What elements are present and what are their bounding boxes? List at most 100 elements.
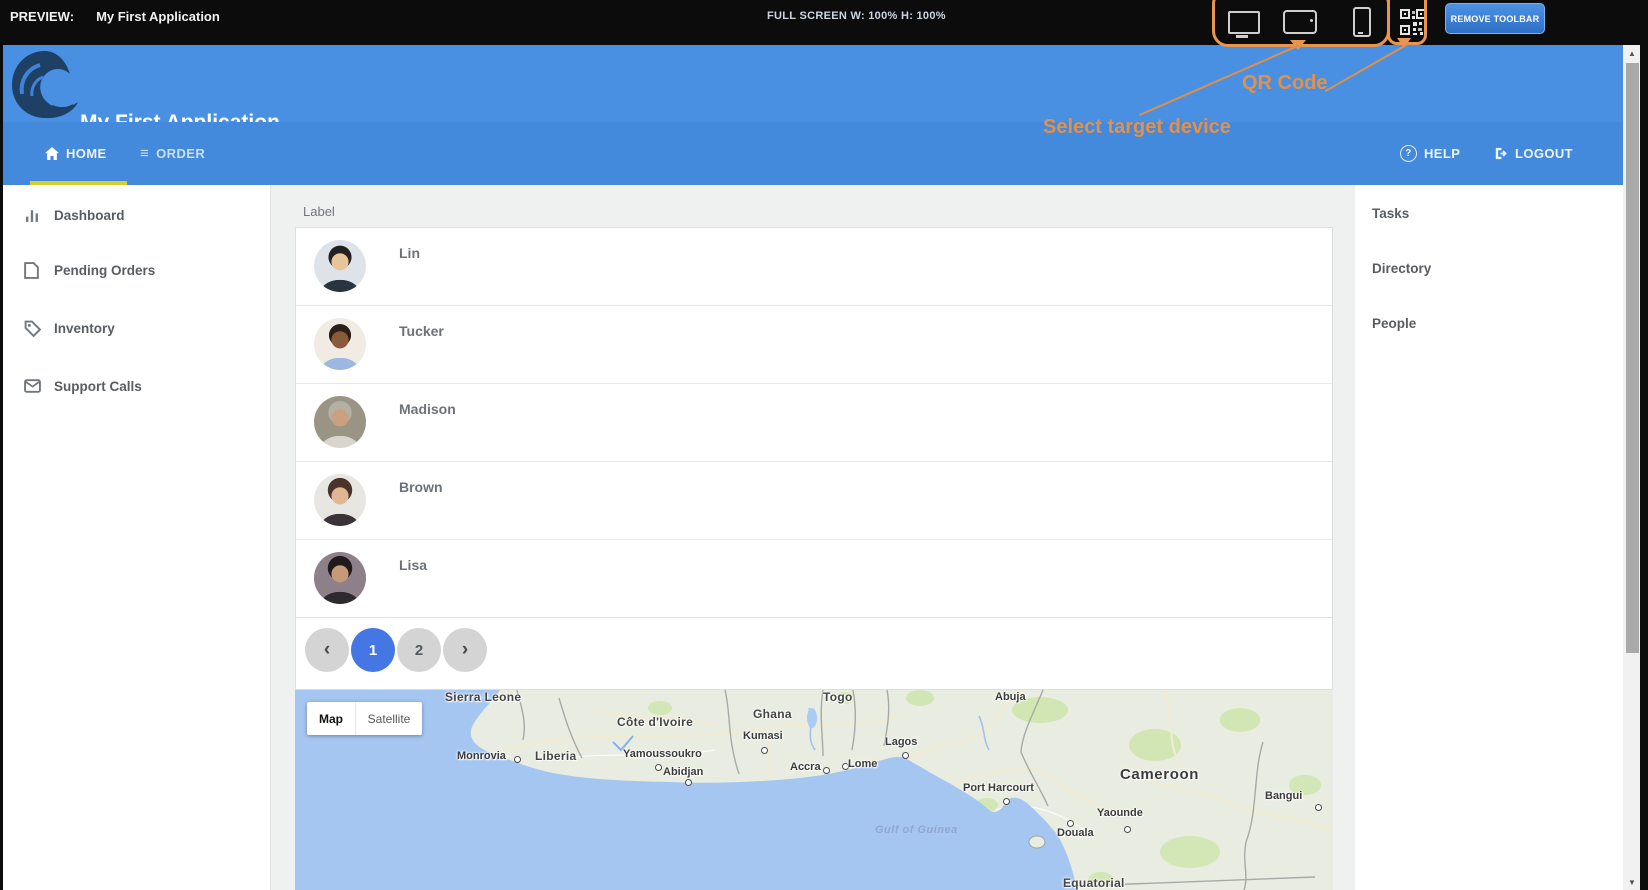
- map-label: Equatorial: [1063, 876, 1125, 890]
- home-icon: [45, 147, 59, 160]
- list-item[interactable]: Lisa: [296, 540, 1332, 618]
- city-marker: [514, 756, 521, 763]
- list-item[interactable]: Tucker: [296, 306, 1332, 384]
- sidebar-item-support-calls[interactable]: Support Calls: [3, 369, 270, 403]
- app-logo-wave-icon: [8, 48, 82, 122]
- scroll-down-arrow[interactable]: ▼: [1624, 874, 1640, 890]
- map-label: Lagos: [885, 736, 917, 748]
- right-panel-item-tasks[interactable]: Tasks: [1372, 206, 1409, 221]
- select-target-device-annotation: Select target device: [1043, 116, 1231, 139]
- list-menu-icon: ≡: [140, 145, 149, 162]
- nav-logout[interactable]: LOGOUT: [1493, 122, 1573, 185]
- map-label: Abidjan: [663, 766, 703, 778]
- list-title: Label: [303, 204, 335, 219]
- nav-order-label: ORDER: [156, 146, 205, 161]
- preview-window: PREVIEW: My First Application FULL SCREEN…: [0, 0, 1648, 890]
- envelope-icon: [24, 379, 42, 393]
- qr-code-annotation: QR Code: [1242, 72, 1328, 95]
- avatar: [314, 552, 366, 604]
- map-label: Sierra Leone: [445, 690, 521, 704]
- map-canvas: [295, 690, 1333, 890]
- person-name: Madison: [399, 401, 456, 417]
- fullscreen-status: FULL SCREEN W: 100% H: 100%: [767, 10, 946, 22]
- left-frame-edge: [0, 45, 3, 890]
- city-marker: [655, 764, 662, 771]
- right-panel-item-people[interactable]: People: [1372, 316, 1416, 331]
- list-item[interactable]: Brown: [296, 462, 1332, 540]
- nav-help[interactable]: ? HELP: [1400, 122, 1460, 185]
- list-item[interactable]: Madison: [296, 384, 1332, 462]
- map-label: Yamoussoukro: [623, 748, 702, 760]
- pagination-page-2[interactable]: 2: [397, 628, 441, 672]
- person-name: Lisa: [399, 557, 427, 573]
- sidebar-item-label: Dashboard: [54, 208, 125, 223]
- map-label: Port Harcourt: [963, 782, 1034, 794]
- map-label: Côte d'Ivoire: [617, 715, 693, 729]
- city-marker: [685, 779, 692, 786]
- city-marker: [1315, 804, 1322, 811]
- map-type-satellite-button[interactable]: Satellite: [356, 702, 422, 735]
- pagination-prev-button[interactable]: ‹: [305, 628, 349, 672]
- left-sidebar: Dashboard Pending Orders Inventory Suppo…: [3, 185, 271, 890]
- sidebar-item-label: Support Calls: [54, 379, 142, 394]
- map-label: Bangui: [1265, 790, 1302, 802]
- city-marker: [902, 752, 909, 759]
- list-item[interactable]: Lin: [296, 228, 1332, 306]
- sidebar-item-dashboard[interactable]: Dashboard: [3, 198, 270, 232]
- map-type-control: Map Satellite: [307, 702, 422, 735]
- right-panel-item-directory[interactable]: Directory: [1372, 261, 1431, 276]
- scrollbar-thumb[interactable]: [1626, 63, 1639, 653]
- map-label: Accra: [790, 761, 821, 773]
- map-label: Douala: [1057, 827, 1094, 839]
- city-marker: [1003, 798, 1010, 805]
- avatar: [314, 240, 366, 292]
- city-marker: [823, 767, 830, 774]
- map-label: Liberia: [535, 749, 576, 763]
- sidebar-item-inventory[interactable]: Inventory: [3, 311, 270, 345]
- map-label: Togo: [823, 690, 853, 704]
- remove-toolbar-button[interactable]: REMOVE TOOLBAR: [1445, 3, 1545, 34]
- nav-help-label: HELP: [1424, 146, 1460, 161]
- nav-home-label: HOME: [66, 146, 107, 161]
- map-label: Monrovia: [457, 750, 506, 762]
- right-frame-edge: [1640, 45, 1648, 890]
- city-marker: [1124, 826, 1131, 833]
- nav-tab-order[interactable]: ≡ ORDER: [140, 122, 205, 185]
- sidebar-item-pending-orders[interactable]: Pending Orders: [3, 253, 270, 287]
- preview-title: PREVIEW: My First Application: [10, 9, 220, 24]
- map-label: Ghana: [753, 707, 792, 721]
- city-marker: [1067, 820, 1074, 827]
- map-label: Cameroon: [1120, 766, 1199, 783]
- avatar: [314, 396, 366, 448]
- pagination-page-1[interactable]: 1: [351, 628, 395, 672]
- avatar: [314, 318, 366, 370]
- map-widget[interactable]: Sierra Leone Togo Abuja Ghana Côte d'Ivo…: [295, 690, 1333, 890]
- person-name: Brown: [399, 479, 443, 495]
- scroll-up-arrow[interactable]: ▲: [1624, 45, 1640, 61]
- map-label: Yaounde: [1097, 807, 1143, 819]
- person-name: Lin: [399, 245, 420, 261]
- sidebar-item-label: Inventory: [54, 321, 115, 336]
- people-list: Lin Tucker Madison Brown Lisa: [295, 227, 1333, 690]
- map-label: Kumasi: [743, 730, 783, 742]
- help-icon: ?: [1400, 145, 1417, 162]
- main-nav: HOME ≡ ORDER ? HELP LOGOUT: [0, 122, 1623, 185]
- sidebar-item-label: Pending Orders: [54, 263, 155, 278]
- map-label: Gulf of Guinea: [875, 824, 958, 836]
- map-label: Lome: [848, 758, 877, 770]
- pagination-next-button[interactable]: ›: [443, 628, 487, 672]
- avatar: [314, 474, 366, 526]
- map-type-map-button[interactable]: Map: [307, 702, 356, 735]
- app-header: My First Application: [0, 45, 1623, 122]
- nav-logout-label: LOGOUT: [1515, 146, 1573, 161]
- document-icon: [24, 262, 42, 279]
- nav-tab-home[interactable]: HOME: [45, 122, 107, 185]
- preview-app-name: My First Application: [96, 9, 220, 24]
- city-marker: [761, 747, 768, 754]
- vertical-scrollbar[interactable]: ▲ ▼: [1624, 45, 1640, 890]
- person-name: Tucker: [399, 323, 444, 339]
- right-sidebar: Tasks Directory People: [1355, 185, 1623, 890]
- preview-label: PREVIEW:: [10, 9, 74, 24]
- logout-icon: [1493, 146, 1508, 161]
- bar-chart-icon: [24, 207, 42, 224]
